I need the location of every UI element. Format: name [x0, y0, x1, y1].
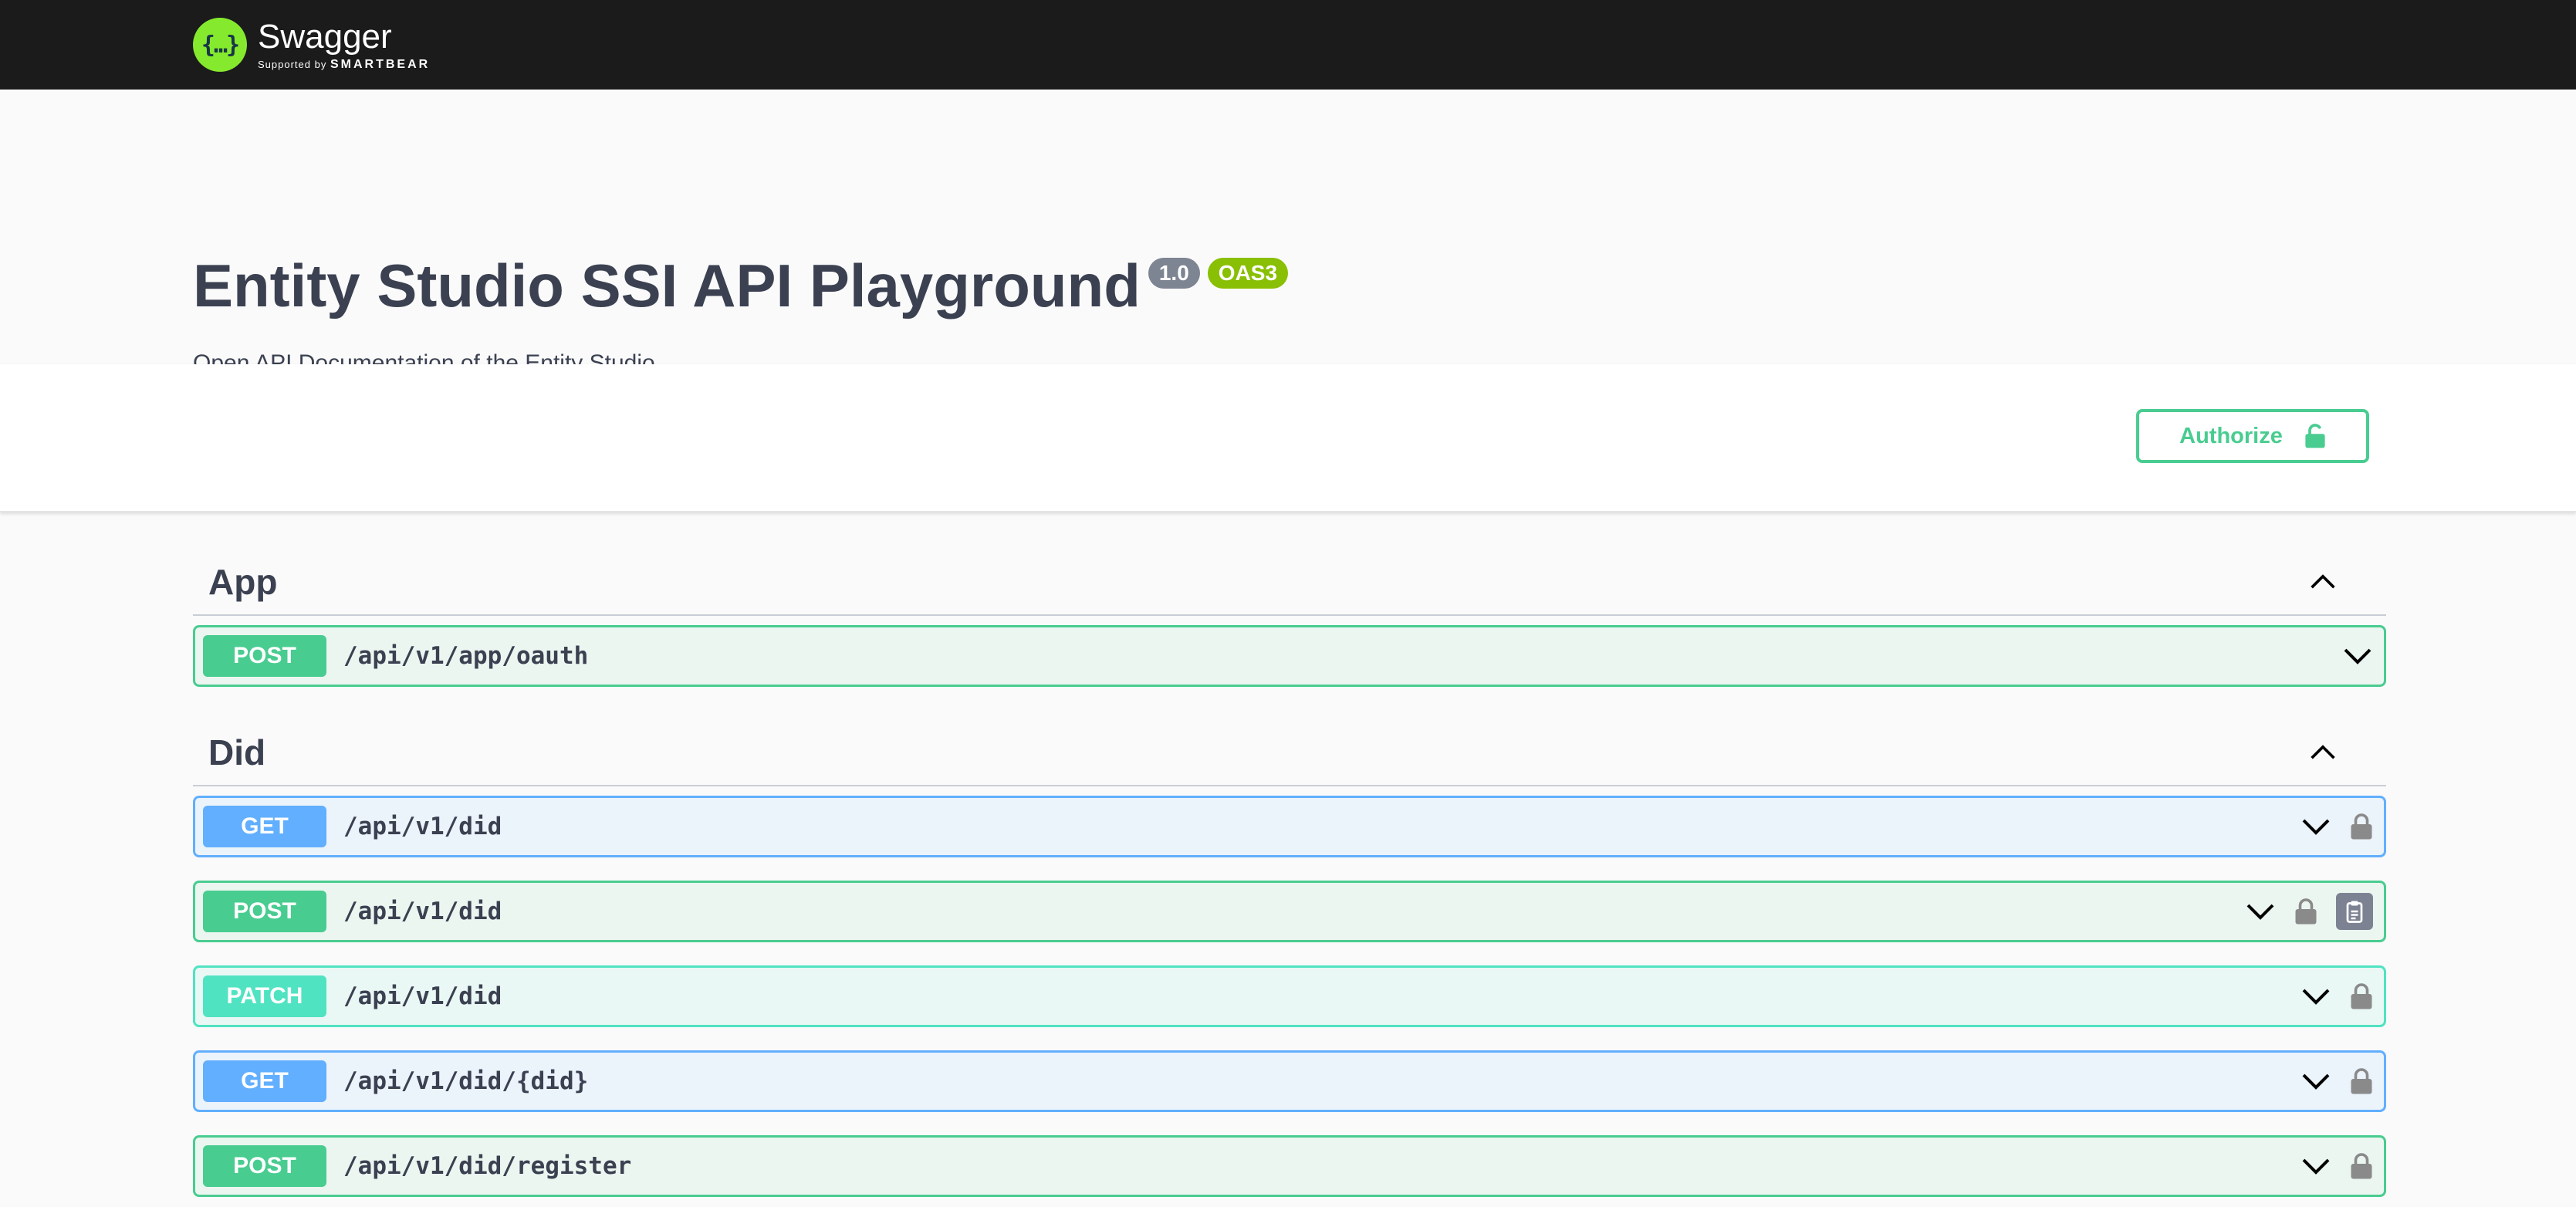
operation-path: /api/v1/did: [343, 813, 502, 840]
method-badge: GET: [203, 1060, 326, 1102]
operation-path: /api/v1/app/oauth: [343, 642, 589, 670]
version-badge: 1.0: [1148, 258, 1200, 289]
method-badge: POST: [203, 891, 326, 932]
info-section: Entity Studio SSI API Playground 1.0 OAS…: [0, 90, 2576, 376]
api-title: Entity Studio SSI API Playground: [193, 252, 1141, 320]
method-badge: POST: [203, 1145, 326, 1187]
chevron-up-icon[interactable]: [2309, 568, 2337, 596]
operation-post-did[interactable]: POST /api/v1/did: [193, 881, 2386, 942]
operation-post-did-register[interactable]: POST /api/v1/did/register: [193, 1135, 2386, 1197]
chevron-down-icon[interactable]: [2300, 1151, 2331, 1182]
lock-icon[interactable]: [2294, 898, 2317, 925]
lock-icon[interactable]: [2350, 1067, 2373, 1095]
lock-icon[interactable]: [2350, 813, 2373, 840]
logo-subtitle: Supported by SMARTBEAR: [258, 58, 431, 71]
tag-header-app[interactable]: App: [193, 549, 2386, 616]
operation-get-did[interactable]: GET /api/v1/did: [193, 796, 2386, 857]
tag-section-did: Did GET /api/v1/did POST /api/v1/did PAT…: [193, 720, 2386, 1197]
operation-path: /api/v1/did/{did}: [343, 1067, 589, 1095]
copy-icon: [2346, 901, 2363, 923]
lock-icon[interactable]: [2350, 982, 2373, 1010]
tag-header-did[interactable]: Did: [193, 720, 2386, 786]
operation-patch-did[interactable]: PATCH /api/v1/did: [193, 965, 2386, 1027]
authorize-button[interactable]: Authorize: [2136, 409, 2369, 463]
authorize-label: Authorize: [2179, 423, 2283, 448]
tag-title: Did: [208, 732, 266, 773]
topbar: {…} Swagger Supported by SMARTBEAR: [0, 0, 2576, 90]
swagger-logo-icon: {…}: [193, 18, 247, 72]
operation-path: /api/v1/did: [343, 982, 502, 1010]
method-badge: PATCH: [203, 975, 326, 1017]
method-badge: POST: [203, 635, 326, 677]
oas-badge: OAS3: [1207, 258, 1289, 289]
operation-get-did-by-id[interactable]: GET /api/v1/did/{did}: [193, 1050, 2386, 1112]
unlocked-icon: [2305, 424, 2325, 448]
swagger-logo[interactable]: {…} Swagger Supported by SMARTBEAR: [193, 11, 430, 79]
operation-post-app-oauth[interactable]: POST /api/v1/app/oauth: [193, 625, 2386, 687]
operation-path: /api/v1/did/register: [343, 1152, 632, 1180]
operation-path: /api/v1/did: [343, 898, 502, 925]
chevron-down-icon[interactable]: [2300, 811, 2331, 842]
api-title-row: Entity Studio SSI API Playground 1.0 OAS…: [193, 248, 1289, 323]
scheme-container: Authorize: [0, 364, 2576, 512]
tag-title: App: [208, 562, 278, 602]
chevron-down-icon[interactable]: [2300, 1066, 2331, 1097]
chevron-down-icon[interactable]: [2245, 896, 2276, 927]
chevron-up-icon[interactable]: [2309, 739, 2337, 766]
lock-icon[interactable]: [2350, 1152, 2373, 1180]
chevron-down-icon[interactable]: [2300, 981, 2331, 1012]
logo-name: Swagger: [258, 18, 392, 56]
copy-to-clipboard-button[interactable]: [2336, 893, 2373, 930]
tag-section-app: App POST /api/v1/app/oauth: [193, 549, 2386, 687]
method-badge: GET: [203, 806, 326, 847]
chevron-down-icon[interactable]: [2342, 641, 2373, 671]
